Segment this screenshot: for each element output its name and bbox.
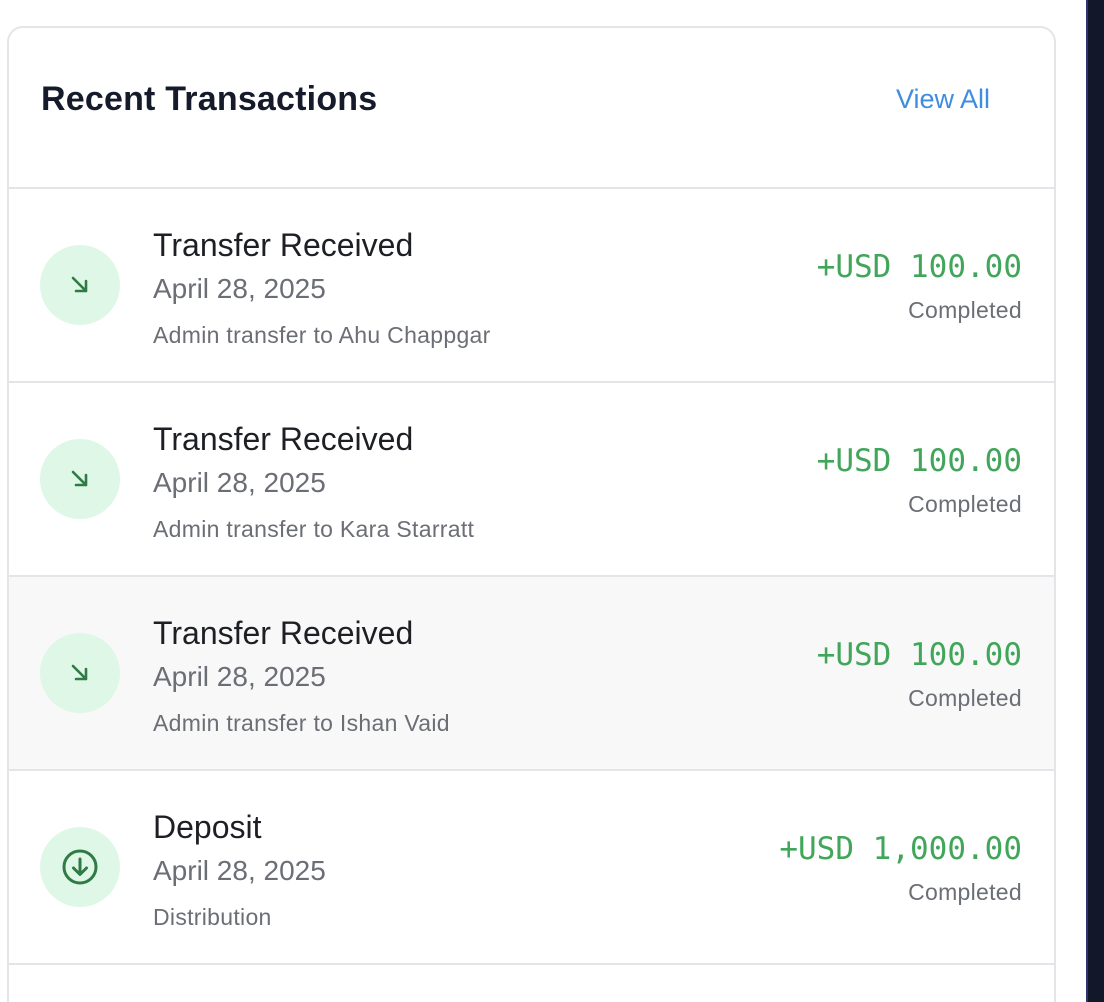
transaction-amount: +USD 100.00 — [816, 443, 1022, 479]
transaction-title: Deposit — [153, 809, 262, 845]
app-background-edge — [1086, 0, 1104, 1002]
transaction-date: April 28, 2025 — [153, 855, 326, 886]
transaction-amount: +USD 100.00 — [816, 249, 1022, 285]
transaction-description: Admin transfer to Ahu Chappgar — [153, 322, 491, 348]
transaction-amount: +USD 100.00 — [816, 637, 1022, 673]
transaction-status: Completed — [908, 879, 1022, 905]
transaction-date: April 28, 2025 — [153, 467, 326, 498]
arrow-down-right-icon — [40, 439, 120, 519]
recent-transactions-card: Recent Transactions View All Transfer Re… — [7, 26, 1056, 1002]
card-title: Recent Transactions — [41, 80, 378, 118]
view-all-link[interactable]: View All — [896, 84, 990, 115]
transaction-date: April 28, 2025 — [153, 661, 326, 692]
transaction-status: Completed — [908, 491, 1022, 517]
transaction-row[interactable]: Transfer Received April 28, 2025 Admin t… — [9, 383, 1054, 577]
transaction-row[interactable]: Transfer Received April 28, 2025 Admin t… — [9, 189, 1054, 383]
transaction-date: April 28, 2025 — [153, 273, 326, 304]
transaction-status: Completed — [908, 297, 1022, 323]
transaction-row[interactable]: Transfer Received April 28, 2025 Admin t… — [9, 577, 1054, 771]
transaction-status: Completed — [908, 685, 1022, 711]
arrow-down-right-icon — [40, 633, 120, 713]
arrow-down-circle-icon — [40, 827, 120, 907]
arrow-down-right-icon — [40, 245, 120, 325]
transaction-description: Distribution — [153, 904, 272, 930]
transaction-title: Transfer Received — [153, 227, 414, 263]
transaction-row[interactable]: Deposit April 28, 2025 Distribution +USD… — [9, 771, 1054, 965]
transaction-title: Transfer Received — [153, 421, 414, 457]
card-header: Recent Transactions View All — [9, 28, 1054, 189]
transaction-description: Admin transfer to Ishan Vaid — [153, 710, 450, 736]
transaction-title: Transfer Received — [153, 615, 414, 651]
transaction-amount: +USD 1,000.00 — [779, 831, 1022, 867]
transaction-description: Admin transfer to Kara Starratt — [153, 516, 475, 542]
page: Recent Transactions View All Transfer Re… — [0, 0, 1104, 1002]
